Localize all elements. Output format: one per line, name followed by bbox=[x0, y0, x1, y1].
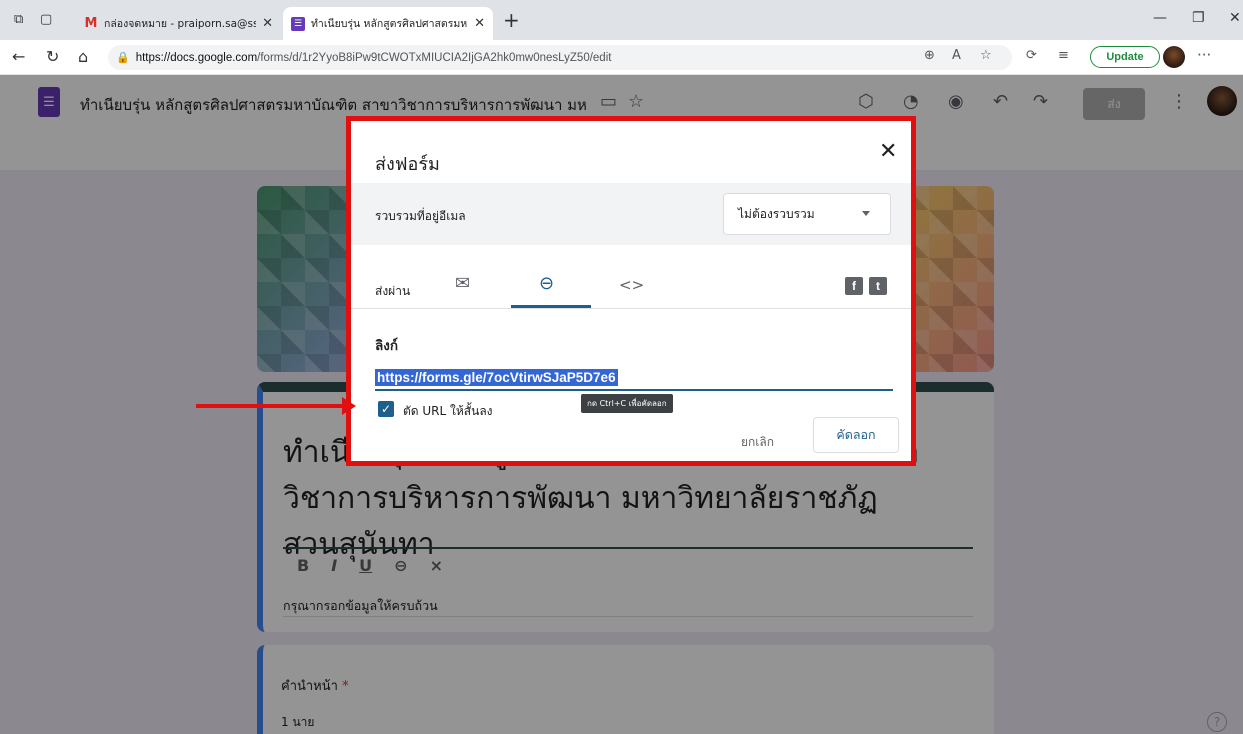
tabs-divider bbox=[351, 308, 911, 309]
shorten-url-checkbox[interactable]: ✓ bbox=[378, 401, 394, 417]
browser-tab-bar: ⧉ ▢ M กล่องจดหมาย - praiporn.sa@ssru.ac … bbox=[0, 0, 1243, 40]
home-icon[interactable]: ⌂ bbox=[78, 47, 88, 66]
url-path: /forms/d/1r2YyoB8iPw9tCWOTxMIUCIA2IjGA2h… bbox=[257, 51, 612, 64]
favorites-icon[interactable]: ≡ bbox=[1058, 48, 1069, 63]
read-aloud-icon[interactable]: A bbox=[952, 48, 961, 63]
close-icon[interactable]: ✕ bbox=[879, 139, 897, 164]
back-icon[interactable]: ← bbox=[12, 47, 25, 66]
more-menu-icon[interactable]: ··· bbox=[1197, 46, 1211, 64]
tab-title: ทำเนียบรุ่น หลักสูตรศิลปศาสตรมหาบัณ bbox=[311, 18, 468, 30]
dropdown-caret-icon bbox=[862, 211, 870, 216]
zoom-icon[interactable]: ⊕ bbox=[924, 48, 935, 63]
close-tab-icon[interactable]: ✕ bbox=[474, 16, 485, 31]
refresh-icon[interactable]: ↻ bbox=[46, 47, 59, 66]
cancel-button[interactable]: ยกเลิก bbox=[735, 427, 780, 458]
restore-icon[interactable]: ❐ bbox=[1192, 10, 1205, 26]
close-window-icon[interactable]: ✕ bbox=[1229, 10, 1241, 26]
lock-icon: 🔒 bbox=[116, 52, 130, 64]
workspaces-icon[interactable]: ⧉ bbox=[14, 12, 23, 27]
gmail-icon: M bbox=[84, 16, 98, 31]
url-input[interactable]: 🔒 https://docs.google.com /forms/d/1r2Yy… bbox=[108, 45, 1012, 70]
new-tab-button[interactable]: + bbox=[503, 8, 520, 32]
link-url-field[interactable]: https://forms.gle/7ocVtirwSJaP5D7e6 bbox=[375, 369, 618, 386]
browser-profile-avatar[interactable] bbox=[1163, 46, 1185, 68]
tab-title: กล่องจดหมาย - praiporn.sa@ssru.ac bbox=[104, 18, 257, 30]
annotation-arrow bbox=[196, 397, 356, 415]
link-tab-icon[interactable]: ⊖ bbox=[539, 273, 554, 294]
collect-emails-label: รวบรวมที่อยู่อีเมล bbox=[375, 209, 466, 223]
copy-button[interactable]: คัดลอก bbox=[813, 417, 899, 453]
shorten-url-label[interactable]: ตัด URL ให้สั้นลง bbox=[403, 402, 493, 421]
tab-gmail[interactable]: M กล่องจดหมาย - praiporn.sa@ssru.ac ✕ bbox=[76, 7, 281, 40]
url-host: https://docs.google.com bbox=[135, 51, 258, 64]
forms-icon: ☰ bbox=[291, 16, 305, 31]
tab-forms[interactable]: ☰ ทำเนียบรุ่น หลักสูตรศิลปศาสตรมหาบัณ ✕ bbox=[283, 7, 493, 40]
collect-emails-select[interactable]: ไม่ต้องรวบรวม bbox=[723, 193, 891, 235]
minimize-icon[interactable]: — bbox=[1153, 10, 1167, 26]
link-field-underline bbox=[375, 389, 893, 391]
close-tab-icon[interactable]: ✕ bbox=[262, 16, 273, 31]
address-bar-row: ← ↻ ⌂ 🔒 https://docs.google.com /forms/d… bbox=[0, 40, 1243, 75]
send-via-label: ส่งผ่าน bbox=[375, 284, 411, 298]
collect-emails-value: ไม่ต้องรวบรวม bbox=[738, 206, 815, 221]
send-form-dialog: ส่งฟอร์ม ✕ รวบรวมที่อยู่อีเมล ไม่ต้องรวบ… bbox=[346, 116, 916, 466]
email-tab-icon[interactable]: ✉ bbox=[455, 273, 470, 294]
facebook-icon[interactable]: f bbox=[845, 277, 863, 295]
dialog-title: ส่งฟอร์ม bbox=[375, 154, 440, 175]
tab-actions-icon[interactable]: ▢ bbox=[40, 12, 52, 27]
update-button[interactable]: Update bbox=[1090, 46, 1160, 68]
twitter-icon[interactable]: t bbox=[869, 277, 887, 295]
link-heading: ลิงก์ bbox=[375, 338, 399, 354]
collect-emails-row: รวบรวมที่อยู่อีเมล ไม่ต้องรวบรวม bbox=[351, 183, 911, 245]
extensions-icon[interactable]: ⟳ bbox=[1026, 48, 1037, 63]
copy-shortcut-tooltip: กด Ctrl+C เพื่อคัดลอก bbox=[581, 394, 673, 413]
favorite-star-icon[interactable]: ☆ bbox=[980, 48, 992, 63]
embed-tab-icon[interactable]: <> bbox=[619, 276, 644, 294]
